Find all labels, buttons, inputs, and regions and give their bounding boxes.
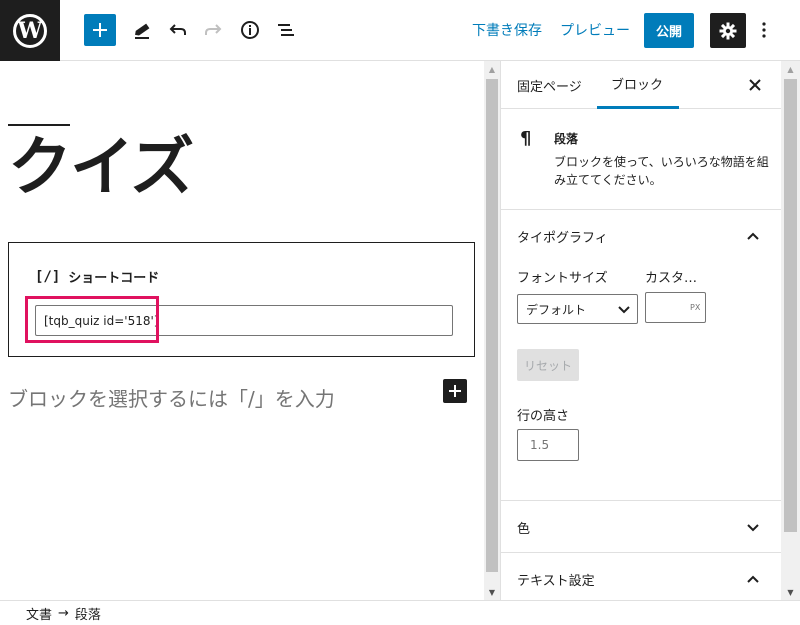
chevron-down-icon <box>618 306 630 314</box>
chevron-down-icon <box>747 524 759 532</box>
plus-icon <box>93 23 107 37</box>
block-card: ¶ 段落 ブロックを使って、いろいろな物語を組み立ててください。 <box>501 110 782 210</box>
breadcrumb: 文書 → 段落 <box>0 600 800 625</box>
redo-button[interactable] <box>199 14 227 46</box>
custom-font-size-input[interactable]: PX <box>645 292 706 323</box>
editor-scrollbar[interactable]: ▲ ▼ <box>484 61 500 600</box>
pencil-icon <box>135 23 150 39</box>
save-draft-button[interactable]: 下書き保存 <box>472 20 542 40</box>
redo-icon <box>205 24 222 35</box>
shortcode-icon: [/] <box>35 268 61 285</box>
typography-panel-toggle[interactable]: タイポグラフィ <box>501 210 782 262</box>
line-height-label: 行の高さ <box>517 409 570 424</box>
list-view-button[interactable] <box>272 14 300 46</box>
font-size-label: フォントサイズ <box>517 271 608 286</box>
close-sidebar-button[interactable] <box>743 73 767 97</box>
chevron-up-icon <box>747 232 759 240</box>
font-size-select[interactable]: デフォルト <box>517 294 638 324</box>
undo-button[interactable] <box>164 14 192 46</box>
editor-scroll-thumb[interactable] <box>486 79 498 572</box>
plus-icon <box>449 385 461 397</box>
shortcode-input[interactable] <box>35 305 453 336</box>
reset-button[interactable]: リセット <box>517 349 579 381</box>
close-icon <box>749 79 761 91</box>
post-title[interactable]: クイズ <box>8 133 194 204</box>
settings-sidebar: 固定ページ ブロック ¶ 段落 ブロックを使って、いろいろな物語を組み立ててくだ… <box>500 61 782 600</box>
scroll-up-arrow-icon[interactable]: ▲ <box>781 61 800 77</box>
options-button[interactable] <box>754 18 774 42</box>
typography-panel-title: タイポグラフィ <box>517 230 608 246</box>
chevron-up-icon <box>747 575 759 583</box>
settings-button[interactable] <box>710 13 746 48</box>
wordpress-logo-icon: W <box>13 13 47 48</box>
add-block-button[interactable] <box>84 14 116 46</box>
wordpress-logo-button[interactable]: W <box>0 0 60 61</box>
block-appender-placeholder[interactable]: ブロックを選択するには「/」を入力 <box>8 383 335 412</box>
undo-icon <box>169 24 186 35</box>
publish-button[interactable]: 公開 <box>644 13 694 48</box>
scroll-up-arrow-icon[interactable]: ▲ <box>484 61 500 77</box>
color-panel-toggle[interactable]: 色 <box>501 501 782 553</box>
line-height-input[interactable] <box>517 429 579 461</box>
shortcode-block[interactable]: [/] ショートコード <box>8 242 475 357</box>
color-panel: 色 <box>501 501 782 553</box>
tools-button[interactable] <box>128 14 156 46</box>
shortcode-label-text: ショートコード <box>68 271 160 286</box>
details-button[interactable] <box>236 14 264 46</box>
top-toolbar: W 下書き保存 プレビュー 公開 <box>0 0 800 61</box>
shortcode-block-label: [/] ショートコード <box>35 267 160 287</box>
list-view-icon <box>278 24 294 36</box>
inline-add-block-button[interactable] <box>443 379 467 403</box>
tab-block[interactable]: ブロック <box>597 61 679 109</box>
color-panel-title: 色 <box>517 521 531 537</box>
unit-label: PX <box>690 303 701 312</box>
text-settings-panel-title: テキスト設定 <box>517 573 595 589</box>
breadcrumb-separator: → <box>58 605 69 621</box>
sidebar-scrollbar[interactable]: ▲ ▼ <box>781 61 800 600</box>
gear-icon <box>719 22 737 39</box>
breadcrumb-item-document[interactable]: 文書 <box>26 604 52 623</box>
preview-button[interactable]: プレビュー <box>560 20 630 40</box>
block-card-description: ブロックを使って、いろいろな物語を組み立ててください。 <box>554 155 769 187</box>
info-icon <box>241 21 259 39</box>
sidebar-scroll-thumb[interactable] <box>784 79 797 532</box>
title-separator <box>8 124 70 126</box>
paragraph-icon: ¶ <box>520 128 532 149</box>
block-card-title: 段落 <box>554 132 579 146</box>
scroll-down-arrow-icon[interactable]: ▼ <box>781 584 800 600</box>
custom-size-label: カスタ… <box>645 271 698 286</box>
tab-page[interactable]: 固定ページ <box>517 61 582 109</box>
font-size-select-value: デフォルト <box>526 302 587 317</box>
text-settings-panel-toggle[interactable]: テキスト設定 <box>501 553 782 605</box>
sidebar-tabs: 固定ページ ブロック <box>501 61 782 109</box>
breadcrumb-item-paragraph[interactable]: 段落 <box>75 604 101 623</box>
editor-canvas: クイズ [/] ショートコード ブロックを選択するには「/」を入力 <box>0 61 484 600</box>
scroll-down-arrow-icon[interactable]: ▼ <box>484 584 500 600</box>
more-vertical-icon <box>762 22 766 38</box>
text-settings-panel: テキスト設定 <box>501 553 782 605</box>
